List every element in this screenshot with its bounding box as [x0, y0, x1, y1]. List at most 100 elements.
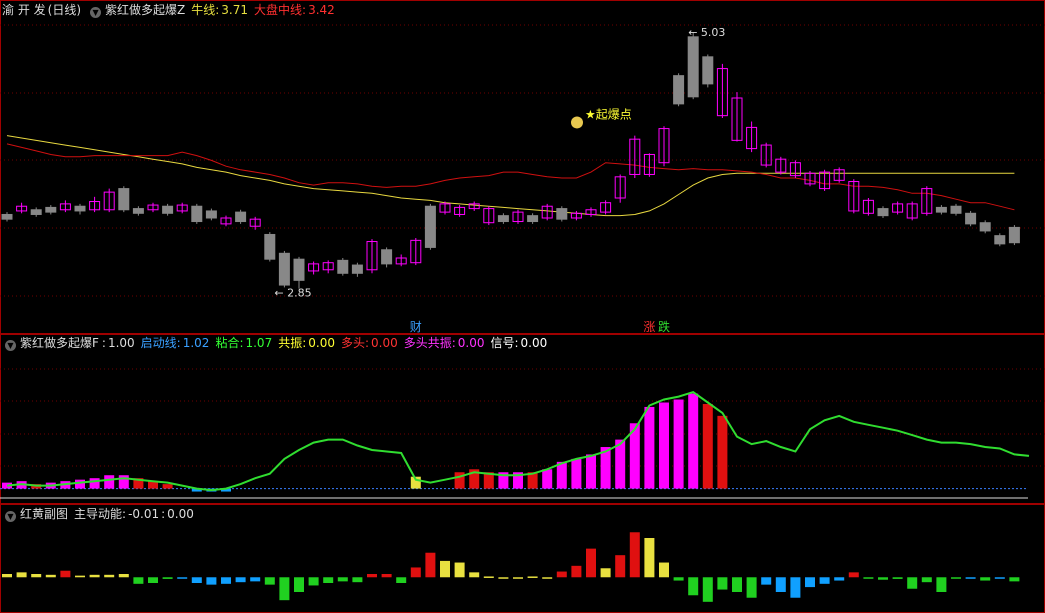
money-bag-icon: [571, 116, 583, 129]
histogram-bar: [980, 577, 991, 581]
candle-body: [278, 252, 290, 286]
candle-body: [979, 222, 991, 232]
histogram-bar: [31, 574, 42, 578]
histogram-bar: [702, 577, 713, 602]
stock-chart[interactable]: ← 2.85 ← 5.03 ★起爆点财 涨跌: [0, 0, 1045, 613]
candle-body: [673, 75, 685, 105]
histogram-bar: [615, 555, 626, 578]
histogram-bar: [936, 577, 947, 592]
histogram-bar: [162, 577, 173, 579]
oscillator-bar: [659, 402, 669, 489]
oscillator-bar: [673, 399, 684, 489]
candle-body: [935, 206, 947, 213]
candle-body: [702, 56, 714, 85]
oscillator-bar: [75, 479, 85, 489]
candle-body: [527, 215, 539, 223]
histogram-bar: [805, 577, 815, 588]
histogram-bar: [1009, 577, 1020, 582]
histogram-bar: [732, 577, 742, 592]
candle-body: [381, 249, 393, 265]
candle-body: [994, 235, 1006, 245]
histogram-bar: [279, 577, 290, 601]
histogram-bar: [148, 577, 158, 583]
histogram-bar: [221, 577, 231, 584]
histogram-bar: [206, 577, 217, 585]
histogram-bar: [659, 562, 669, 578]
oscillator-bar: [542, 469, 553, 489]
candle-body: [337, 259, 349, 274]
oscillator-bar: [162, 484, 173, 489]
histogram-bar: [440, 560, 450, 578]
histogram-bar: [556, 571, 567, 578]
histogram-bar: [951, 577, 961, 579]
histogram-bar: [513, 577, 523, 579]
histogram-bar: [878, 577, 888, 580]
histogram-bar: [688, 577, 699, 596]
histogram-bar: [644, 538, 655, 578]
histogram-bar: [761, 577, 772, 585]
oscillator-bar: [556, 461, 567, 489]
histogram-bar: [673, 577, 684, 581]
histogram-bar: [994, 577, 1005, 579]
candle-body: [687, 36, 699, 98]
candle-body: [877, 208, 889, 217]
candle-body: [264, 233, 276, 260]
candle-body: [74, 205, 86, 212]
histogram-bar: [586, 548, 596, 578]
histogram-bar: [177, 577, 188, 579]
candle-body: [497, 215, 509, 223]
histogram-bar: [848, 572, 859, 578]
limit-up-marker: 涨: [643, 319, 655, 334]
histogram-bar: [89, 574, 100, 578]
histogram-bar: [542, 577, 553, 579]
histogram-bar: [191, 577, 202, 583]
limit-down-marker: 跌: [658, 319, 670, 334]
candle-body: [424, 205, 436, 248]
candle-body: [556, 208, 568, 220]
histogram-bar: [498, 577, 509, 579]
histogram-bar: [2, 574, 12, 578]
oscillator-bar: [571, 458, 582, 489]
histogram-bar: [235, 577, 246, 583]
candle-body: [205, 210, 217, 219]
histogram-bar: [60, 570, 71, 578]
candle-body: [351, 264, 363, 274]
finance-marker: 财: [410, 320, 422, 334]
oscillator-line: [6, 390, 1030, 492]
histogram-bar: [892, 577, 903, 579]
histogram-bar: [118, 574, 129, 578]
histogram-bar: [337, 577, 348, 582]
histogram-bar: [381, 574, 392, 578]
histogram-bar: [133, 577, 144, 584]
oscillator-bar: [586, 454, 596, 489]
candle-body: [162, 205, 174, 214]
histogram-bar: [907, 577, 918, 589]
histogram-bar: [863, 577, 874, 579]
histogram-bar: [250, 577, 261, 582]
pane-frame: [0, 0, 1045, 334]
candle-body: [118, 188, 130, 211]
histogram-bar: [104, 574, 115, 578]
histogram-bar: [352, 577, 363, 583]
high-price-label: ← 5.03: [688, 26, 725, 39]
histogram-bar: [294, 577, 304, 592]
histogram-bar: [425, 552, 436, 578]
candle-body: [30, 209, 42, 215]
histogram-bar: [775, 577, 786, 592]
candle-body: [293, 258, 305, 281]
histogram-bar: [746, 577, 757, 598]
histogram-bar: [323, 577, 334, 583]
candle-body: [1008, 226, 1020, 244]
histogram-bar: [571, 565, 582, 578]
histogram-bar: [819, 577, 830, 584]
candle-body: [235, 211, 247, 223]
low-price-label: ← 2.85: [274, 287, 311, 300]
histogram-bar: [75, 575, 85, 578]
candle-body: [45, 206, 57, 213]
histogram-bar: [396, 577, 407, 583]
histogram-bar: [410, 567, 421, 578]
oscillator-bar: [702, 403, 713, 489]
oscillator-bar: [717, 415, 728, 489]
candle-body: [191, 205, 203, 223]
histogram-bar: [717, 577, 728, 590]
